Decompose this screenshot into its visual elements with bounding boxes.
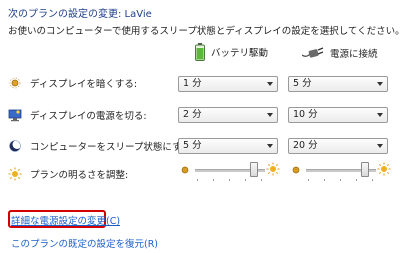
select-value: 5 分 xyxy=(183,140,202,151)
chevron-down-icon xyxy=(267,113,273,117)
sleep-battery-select[interactable]: 5 分 xyxy=(178,138,278,154)
column-header-plugged: 電源に接続 xyxy=(302,46,378,60)
display-off-plugged-select[interactable]: 10 分 xyxy=(288,107,388,123)
chevron-down-icon xyxy=(377,113,383,117)
chevron-down-icon xyxy=(377,82,383,86)
chevron-down-icon xyxy=(267,144,273,148)
battery-icon xyxy=(195,43,205,61)
dim-display-battery-select[interactable]: 1 分 xyxy=(178,76,278,92)
brightness-high-icon xyxy=(266,162,280,176)
page-title: 次のプランの設定の変更: LaVie xyxy=(8,9,152,20)
page-description: お使いのコンピューターで使用するスリープ状態とディスプレイの設定を選択してくださ… xyxy=(8,26,400,37)
row-dim-display: ディスプレイを暗くする: xyxy=(8,76,137,90)
column-label-battery: バッテリ駆動 xyxy=(211,48,269,59)
slider-ticks xyxy=(308,179,374,181)
brightness-sun-icon xyxy=(8,167,22,181)
row-label-dim-display: ディスプレイを暗くする: xyxy=(30,79,138,90)
chevron-down-icon xyxy=(377,144,383,148)
slider-ticks xyxy=(197,179,263,181)
brightness-low-icon xyxy=(292,166,300,174)
column-header-battery: バッテリ駆動 xyxy=(195,43,268,61)
select-value: 1 分 xyxy=(183,78,202,89)
brightness-plugged-slider[interactable] xyxy=(306,161,376,181)
sleep-moon-icon xyxy=(9,140,22,152)
display-off-icon xyxy=(8,109,22,122)
brightness-low-icon xyxy=(181,166,189,174)
row-display-off: ディスプレイの電源を切る: xyxy=(8,108,147,122)
dim-display-plugged-select[interactable]: 5 分 xyxy=(288,76,388,92)
row-brightness: プランの明るさを調整: xyxy=(8,167,128,181)
column-label-plugged: 電源に接続 xyxy=(330,49,378,60)
row-label-display-off: ディスプレイの電源を切る: xyxy=(30,111,147,122)
brightness-battery-slider[interactable] xyxy=(195,161,265,181)
select-value: 2 分 xyxy=(183,109,202,120)
select-value: 5 分 xyxy=(293,78,312,89)
advanced-settings-link[interactable]: 詳細な電源設定の変更(C) xyxy=(11,213,120,227)
chevron-down-icon xyxy=(267,82,273,86)
row-label-brightness: プランの明るさを調整: xyxy=(30,170,129,181)
power-plug-icon xyxy=(302,47,324,58)
slider-thumb[interactable] xyxy=(250,162,258,177)
select-value: 10 分 xyxy=(293,109,318,120)
select-value: 20 分 xyxy=(293,140,318,151)
row-sleep: コンピューターをスリープ状態にする: xyxy=(8,139,194,153)
sleep-plugged-select[interactable]: 20 分 xyxy=(288,138,388,154)
dim-display-icon xyxy=(9,77,21,89)
display-off-battery-select[interactable]: 2 分 xyxy=(178,107,278,123)
slider-thumb[interactable] xyxy=(361,162,369,177)
brightness-high-icon xyxy=(377,162,391,176)
row-label-sleep: コンピューターをスリープ状態にする: xyxy=(30,142,195,153)
restore-defaults-link[interactable]: このプランの既定の設定を復元(R) xyxy=(11,236,158,250)
